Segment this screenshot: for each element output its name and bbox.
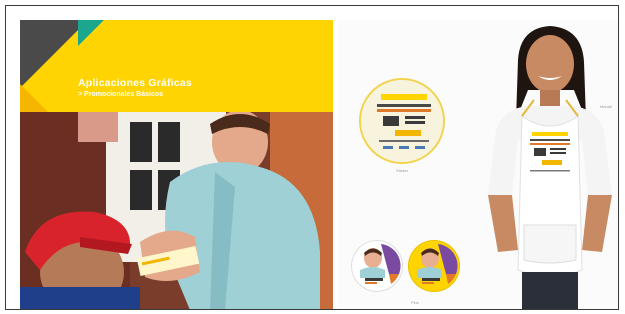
header-graphic <box>20 20 333 112</box>
right-page: Sticker Pins Mandil <box>338 20 618 309</box>
section-title: Aplicaciones Gráficas <box>78 77 192 89</box>
left-page: Aplicaciones Gráficas > Promocionales Bá… <box>20 20 333 309</box>
section-header: Aplicaciones Gráficas > Promocionales Bá… <box>20 20 333 112</box>
apron-photo <box>478 20 618 309</box>
page-frame: Aplicaciones Gráficas > Promocionales Bá… <box>5 5 619 310</box>
section-subtitle: > Promocionales Básicos <box>78 91 164 98</box>
sticker-label: Sticker <box>396 168 409 173</box>
pin-mockup-1 <box>351 240 403 292</box>
apron-label: Mandil <box>600 104 612 109</box>
pin-mockup-2 <box>408 240 460 292</box>
sticker-mockup <box>359 78 445 164</box>
volunteers-photo <box>20 112 333 309</box>
pins-label: Pins <box>411 300 419 305</box>
